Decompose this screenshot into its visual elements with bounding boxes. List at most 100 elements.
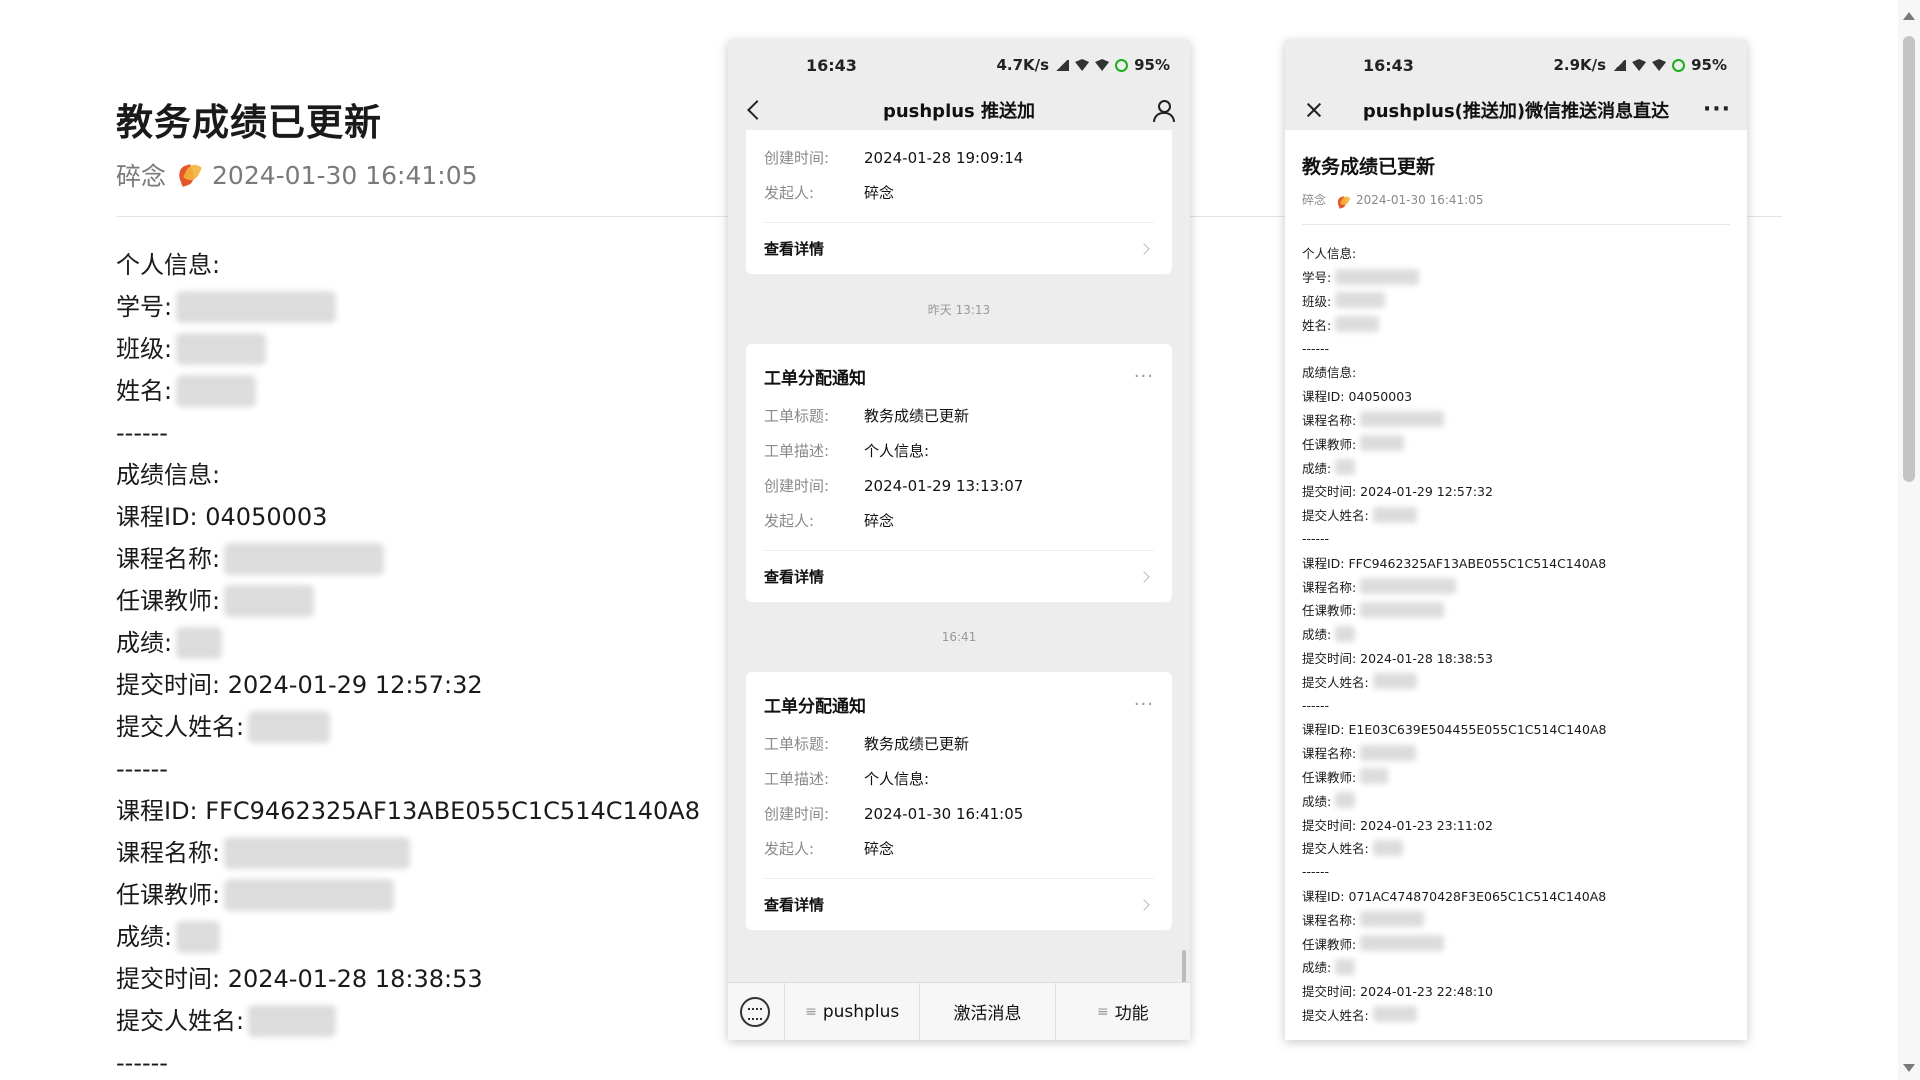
content-line: 提交时间: 2024-01-28 18:38:53	[1302, 646, 1730, 670]
article-datetime: 2024-01-30 16:41:05	[212, 160, 478, 190]
redacted-value	[224, 837, 411, 869]
message-card-partial[interactable]: 创建时间: 2024-01-28 19:09:14 发起人: 碎念 查看详情	[746, 130, 1172, 274]
line-text: 提交时间: 2024-01-28 18:38:53	[116, 965, 483, 993]
redacted-value	[1372, 506, 1417, 523]
network-speed: 4.7K/s	[996, 56, 1050, 74]
leaf-icon	[1336, 195, 1346, 204]
back-icon[interactable]	[747, 100, 767, 120]
line-text: 课程名称:	[1302, 412, 1357, 428]
battery-icon	[1115, 58, 1129, 72]
article-body: 个人信息: 学号: 班级: 姓名: ------ 成绩信息: 课程ID: 04050003 课…	[116, 244, 700, 1080]
content-line: 课程名称:	[1302, 574, 1730, 598]
line-text: ------	[116, 419, 168, 447]
line-text: 课程ID: 04050003	[116, 503, 328, 531]
content-line: 提交人姓名:	[1302, 669, 1730, 693]
signal-icon	[1055, 59, 1070, 71]
line-text: 任课教师:	[1302, 769, 1357, 785]
content-line: ------	[116, 748, 700, 790]
line-text: 课程ID: 04050003	[1302, 389, 1413, 405]
content-line: 提交时间: 2024-01-23 23:11:02	[1302, 812, 1730, 836]
content-line: 课程ID: 04050003	[116, 496, 700, 538]
article-author: 碎念	[116, 162, 167, 191]
line-text: 成绩:	[116, 629, 173, 657]
user-icon[interactable]	[1152, 99, 1175, 122]
wifi-icon	[1075, 59, 1090, 71]
redacted-value	[1360, 578, 1457, 595]
message-card[interactable]: 工单分配通知 ··· 工单标题: 教务成绩已更新 工单描述: 个人信息: 创建时间:…	[746, 344, 1172, 602]
line-text: 课程ID: E1E03C639E504455E055C1C514C140A8	[1302, 722, 1607, 738]
menu-lines-icon: ≡	[805, 1003, 817, 1020]
redacted-value	[1360, 411, 1445, 428]
line-text: 任课教师:	[1302, 603, 1357, 619]
content-line: 课程ID: FFC9462325AF13ABE055C1C514C140A8	[116, 790, 700, 832]
keyboard-icon[interactable]	[740, 996, 770, 1027]
content-line: 成绩信息:	[116, 454, 700, 496]
line-text: 任课教师:	[1302, 936, 1357, 952]
redacted-value	[1335, 292, 1386, 309]
article-navbar: pushplus(推送加)微信推送消息直达 ···	[1285, 90, 1747, 130]
chat-scrollbar[interactable]	[1182, 950, 1186, 984]
line-text: 成绩:	[116, 923, 173, 951]
line-text: 成绩信息:	[1302, 365, 1357, 381]
content-line: 学号:	[1302, 265, 1730, 289]
line-text: ------	[116, 755, 168, 783]
article-meta: 碎念 2024-01-30 16:41:05	[116, 157, 478, 193]
card-title: 工单分配通知	[764, 368, 866, 389]
chat-navbar: pushplus 推送加	[728, 90, 1190, 130]
chat-messages: 创建时间: 2024-01-28 19:09:14 发起人: 碎念 查看详情 昨…	[728, 130, 1190, 1020]
article-title: 教务成绩已更新	[1302, 156, 1436, 178]
chevron-right-icon	[1138, 570, 1150, 583]
card-title: 工单分配通知	[764, 696, 866, 717]
line-text: 成绩:	[1302, 460, 1332, 476]
redacted-value	[1335, 268, 1420, 285]
redacted-value	[176, 375, 257, 407]
content-line: 班级:	[116, 328, 700, 370]
view-detail-link[interactable]: 查看详情	[764, 878, 1154, 930]
more-icon[interactable]: ···	[1134, 694, 1154, 715]
more-icon[interactable]: ···	[1703, 99, 1731, 121]
content-line: 提交人姓名:	[1302, 1003, 1730, 1027]
redacted-value	[176, 333, 267, 365]
content-line: 课程ID: FFC9462325AF13ABE055C1C514C140A8	[1302, 550, 1730, 574]
content-line: 成绩信息:	[1302, 360, 1730, 384]
article-title: 教务成绩已更新	[116, 101, 382, 144]
scroll-down-arrow-icon[interactable]	[1903, 1064, 1915, 1072]
menu-lines-icon: ≡	[1096, 1003, 1109, 1020]
line-text: 任课教师:	[116, 587, 221, 615]
view-detail-link[interactable]: 查看详情	[764, 222, 1154, 274]
content-line: ------	[1302, 336, 1730, 360]
article-datetime: 2024-01-30 16:41:05	[1356, 192, 1484, 207]
content-line: 任课教师:	[116, 874, 700, 916]
content-line: ------	[1302, 527, 1730, 551]
battery-level: 95%	[1134, 56, 1170, 74]
window-scrollbar[interactable]	[1898, 0, 1920, 1080]
line-text: 提交人姓名:	[1302, 1007, 1369, 1023]
content-line: 课程ID: 071AC474870428F3E065C1C514C140A8	[1302, 884, 1730, 908]
more-icon[interactable]: ···	[1134, 366, 1154, 387]
menu-item-pushplus[interactable]: ≡ pushplus	[784, 982, 919, 1040]
scroll-up-arrow-icon[interactable]	[1903, 12, 1915, 20]
redacted-value	[1372, 673, 1417, 690]
status-time: 16:43	[806, 55, 857, 75]
line-text: 提交时间: 2024-01-28 18:38:53	[1302, 650, 1493, 666]
content-line: 课程名称:	[116, 538, 700, 580]
leaf-icon	[176, 163, 202, 187]
view-detail-link[interactable]: 查看详情	[764, 550, 1154, 602]
line-text: 班级:	[116, 335, 173, 363]
content-line: ------	[116, 1042, 700, 1080]
redacted-value	[1335, 792, 1356, 809]
close-icon[interactable]	[1305, 101, 1323, 119]
scrollbar-thumb[interactable]	[1903, 36, 1915, 482]
redacted-value	[224, 879, 395, 911]
menu-item-functions[interactable]: ≡ 功能	[1054, 982, 1190, 1040]
redacted-value	[224, 543, 385, 575]
message-card[interactable]: 工单分配通知 ··· 工单标题: 教务成绩已更新 工单描述: 个人信息: 创建时间:…	[746, 672, 1172, 930]
redacted-value	[1372, 1006, 1417, 1023]
line-text: 课程名称:	[1302, 746, 1357, 762]
redacted-value	[176, 291, 337, 323]
line-text: 课程名称:	[116, 839, 221, 867]
content-line: 成绩:	[1302, 622, 1730, 646]
redacted-value	[1335, 958, 1356, 975]
content-line: 成绩:	[1302, 788, 1730, 812]
menu-item-activate[interactable]: 激活消息	[919, 982, 1054, 1040]
